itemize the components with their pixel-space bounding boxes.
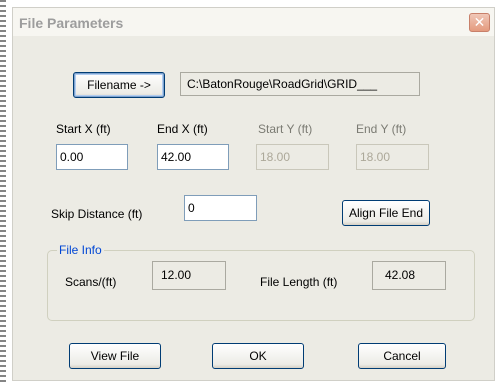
scans-per-ft-field: 12.00: [152, 261, 226, 290]
title-bar[interactable]: File Parameters ✕: [13, 8, 494, 36]
start-x-value: 0.00: [60, 150, 84, 164]
align-file-end-button[interactable]: Align File End: [342, 200, 430, 226]
skip-distance-field[interactable]: 0: [184, 195, 257, 221]
start-y-label: Start Y (ft): [258, 122, 313, 136]
filename-button-label: Filename ->: [87, 78, 151, 92]
start-x-label: Start X (ft): [56, 122, 111, 136]
filename-button[interactable]: Filename ->: [73, 72, 165, 98]
skip-distance-value: 0: [188, 201, 195, 215]
file-length-value: 42.08: [385, 268, 416, 282]
cancel-button[interactable]: Cancel: [358, 343, 446, 369]
ok-label: OK: [249, 349, 267, 363]
view-file-button[interactable]: View File: [69, 343, 161, 369]
file-info-group-title: File Info: [57, 243, 104, 257]
view-file-label: View File: [90, 349, 140, 363]
end-y-value: 18.00: [360, 150, 391, 164]
start-x-field[interactable]: 0.00: [56, 144, 128, 170]
filename-path-field: C:\BatonRouge\RoadGrid\GRID___: [180, 72, 420, 96]
align-file-end-label: Align File End: [348, 206, 424, 220]
dialog-title: File Parameters: [19, 15, 124, 31]
file-parameters-dialog: File Parameters ✕ Filename -> C:\BatonRo…: [12, 7, 495, 381]
filename-path-value: C:\BatonRouge\RoadGrid\GRID___: [187, 77, 378, 91]
file-length-field: 42.08: [372, 261, 446, 290]
end-y-field: 18.00: [356, 144, 429, 170]
ok-button[interactable]: OK: [212, 343, 304, 369]
cancel-label: Cancel: [383, 349, 421, 363]
close-icon: ✕: [473, 14, 486, 30]
end-x-label: End X (ft): [157, 122, 208, 136]
scans-per-ft-label: Scans/(ft): [65, 275, 117, 289]
file-length-label: File Length (ft): [260, 275, 338, 289]
end-y-label: End Y (ft): [356, 122, 407, 136]
start-y-field: 18.00: [256, 144, 329, 170]
scans-per-ft-value: 12.00: [161, 268, 192, 282]
end-x-value: 42.00: [161, 150, 192, 164]
start-y-value: 18.00: [260, 150, 291, 164]
close-button[interactable]: ✕: [469, 13, 490, 32]
end-x-field[interactable]: 42.00: [157, 144, 229, 170]
background-window-edge: [0, 0, 6, 383]
skip-distance-label: Skip Distance (ft): [51, 207, 143, 221]
